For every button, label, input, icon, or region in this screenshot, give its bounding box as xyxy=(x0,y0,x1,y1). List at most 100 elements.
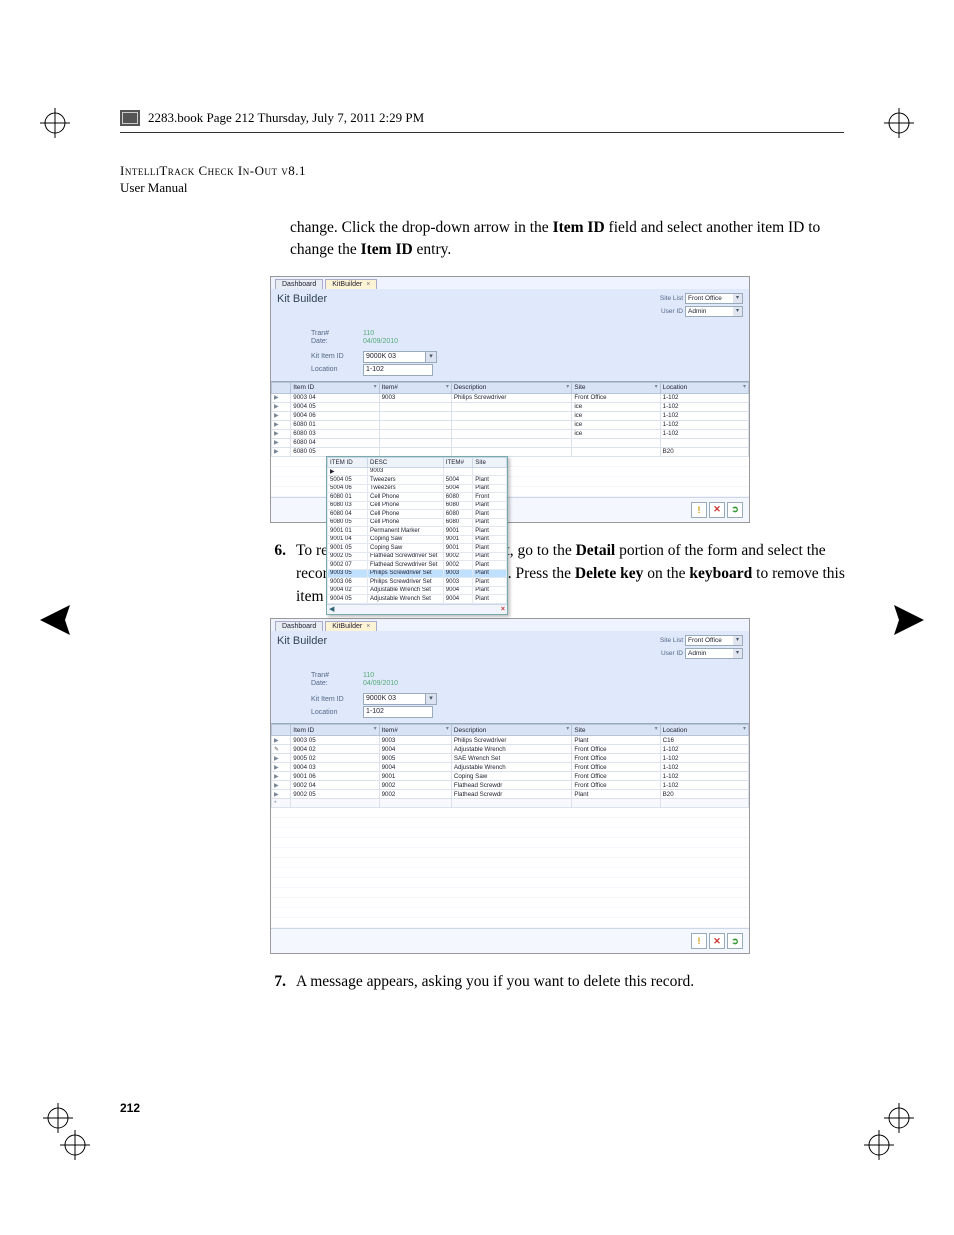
kit-item-id-label: Kit Item ID xyxy=(311,353,359,360)
footer-warning-button[interactable]: ! xyxy=(691,933,707,949)
table-row[interactable]: ▶9001 069001Coping SawFront Office1-102 xyxy=(272,772,749,781)
lookup-close-icon[interactable]: × xyxy=(501,606,505,613)
running-header-subtitle: User Manual xyxy=(120,180,846,197)
book-icon xyxy=(120,110,140,126)
book-page-tag: 2283.book Page 212 Thursday, July 7, 201… xyxy=(120,110,424,126)
lookup-row[interactable]: 5004 06Tweezers5004Plant xyxy=(328,484,507,493)
site-list-dropdown[interactable]: Front Office xyxy=(685,293,743,304)
tab-close-icon[interactable]: × xyxy=(366,623,370,630)
lookup-row[interactable]: 9001 01Permanent Marker9001Plant xyxy=(328,527,507,536)
bold-item-id: Item ID xyxy=(553,219,605,236)
detail-grid[interactable]: Item ID▾ Item#▾ Description▾ Site▾ Locat… xyxy=(271,724,749,808)
tab-kitbuilder[interactable]: KitBuilder× xyxy=(325,279,377,289)
location-label: Location xyxy=(311,709,359,716)
col-item-id: Item ID▾ xyxy=(291,382,379,393)
lookup-row[interactable]: 6080 04Cell Phone6080Plant xyxy=(328,510,507,519)
col-site: Site▾ xyxy=(572,382,660,393)
registration-mark-icon xyxy=(864,1130,894,1160)
lookup-row[interactable]: 6080 01Cell Phone6080Front xyxy=(328,493,507,502)
table-row[interactable]: ▶9004 06ice1-102 xyxy=(272,411,749,420)
table-row[interactable]: ▶9005 029005SAE Wrench SetFront Office1-… xyxy=(272,754,749,763)
book-tag-text: 2283.book Page 212 Thursday, July 7, 201… xyxy=(148,110,424,126)
lookup-row[interactable]: 9002 05Flathead Screwdriver Set9002Plant xyxy=(328,552,507,561)
grid-blank-area xyxy=(271,808,749,928)
tab-kitbuilder[interactable]: KitBuilder× xyxy=(325,621,377,631)
date-value: 04/09/2010 xyxy=(363,338,398,345)
lookup-row[interactable]: 9001 05Coping Saw9001Plant xyxy=(328,544,507,553)
site-list-dropdown[interactable]: Front Office xyxy=(685,635,743,646)
date-label: Date: xyxy=(311,338,359,345)
kit-builder-screenshot-2: Dashboard KitBuilder× Kit Builder Site L… xyxy=(270,618,750,954)
date-label: Date: xyxy=(311,680,359,687)
kit-item-id-dropdown[interactable]: 9000K 03 xyxy=(363,693,437,705)
lookup-row[interactable]: 6080 05Cell Phone6080Plant xyxy=(328,518,507,527)
book-tag-rule xyxy=(120,132,844,133)
site-list-label: Site List xyxy=(651,637,683,644)
lookup-row[interactable]: 9003 05Philips Screwdriver Set9003Plant xyxy=(328,569,507,578)
page-number: 212 xyxy=(120,1101,140,1115)
tab-dashboard[interactable]: Dashboard xyxy=(275,279,323,289)
lookup-row[interactable]: 5004 05Tweezers5004Plant xyxy=(328,476,507,485)
footer-save-button[interactable]: ➲ xyxy=(727,502,743,518)
lookup-row[interactable]: 9002 07Flathead Screwdriver Set9002Plant xyxy=(328,561,507,570)
footer-warning-button[interactable]: ! xyxy=(691,502,707,518)
kit-item-id-dropdown[interactable]: 9000K 03 xyxy=(363,351,437,363)
table-row[interactable]: ▶9002 059002Flathead ScrewdrPlantB20 xyxy=(272,790,749,799)
footer-close-button[interactable]: ✕ xyxy=(709,933,725,949)
table-row[interactable]: ▶9003 049003Philips ScrewdriverFront Off… xyxy=(272,393,749,402)
lookup-row[interactable]: ▶9003 xyxy=(328,467,507,476)
tran-label: Tran# xyxy=(311,330,359,337)
table-row[interactable]: ▶9004 039004Adjustable WrenchFront Offic… xyxy=(272,763,749,772)
tran-value: 110 xyxy=(363,672,374,679)
user-id-dropdown[interactable]: Admin xyxy=(685,648,743,659)
step-7: 7. A message appears, asking you if you … xyxy=(268,970,846,993)
footer-save-button[interactable]: ➲ xyxy=(727,933,743,949)
table-new-row[interactable]: * xyxy=(272,799,749,808)
tran-label: Tran# xyxy=(311,672,359,679)
user-id-label: User ID xyxy=(651,308,683,315)
user-id-dropdown[interactable]: Admin xyxy=(685,306,743,317)
intro-paragraph: change. Click the drop-down arrow in the… xyxy=(290,217,846,262)
lookup-row[interactable]: 9004 05Adjustable Wrench Set9004Plant xyxy=(328,595,507,604)
running-header: IntelliTrack Check In-Out v8.1 User Manu… xyxy=(120,163,846,197)
tab-close-icon[interactable]: × xyxy=(366,281,370,288)
registration-mark-icon xyxy=(60,1130,90,1160)
lookup-prev-icon[interactable]: ◀ xyxy=(329,605,334,613)
detail-grid[interactable]: Item ID▾ Item#▾ Description▾ Site▾ Locat… xyxy=(271,382,749,457)
kit-builder-screenshot-1: Dashboard KitBuilder× Kit Builder Site L… xyxy=(270,276,750,523)
table-row[interactable]: 9004 029004Adjustable WrenchFront Office… xyxy=(272,745,749,754)
table-row[interactable]: ▶9003 059003Philips ScrewdriverPlantC16 xyxy=(272,736,749,745)
table-row[interactable]: ▶6080 03ice1-102 xyxy=(272,429,749,438)
table-row[interactable]: ▶9004 05ice1-102 xyxy=(272,402,749,411)
table-row[interactable]: ▶6080 04 xyxy=(272,438,749,447)
footer-close-button[interactable]: ✕ xyxy=(709,502,725,518)
col-location: Location▾ xyxy=(660,725,748,736)
step-number: 6. xyxy=(268,539,286,609)
registration-mark-icon xyxy=(884,1103,914,1133)
item-id-lookup-popup[interactable]: ITEM IDDESCITEM#Site ▶90035004 05Tweezer… xyxy=(326,456,508,615)
lookup-row[interactable]: 9001 04Coping Saw9001Plant xyxy=(328,535,507,544)
col-item-id: Item ID▾ xyxy=(291,725,379,736)
registration-mark-icon xyxy=(884,108,914,138)
location-input[interactable]: 1-102 xyxy=(363,364,433,376)
step-text: A message appears, asking you if you wan… xyxy=(296,970,694,993)
lookup-row[interactable]: 9004 02Adjustable Wrench Set9004Plant xyxy=(328,586,507,595)
panel-title: Kit Builder xyxy=(277,293,327,305)
table-row[interactable]: ▶6080 01ice1-102 xyxy=(272,420,749,429)
running-header-title: IntelliTrack Check In-Out v8.1 xyxy=(120,163,846,180)
lookup-row[interactable]: 9003 06Philips Screwdriver Set9003Plant xyxy=(328,578,507,587)
location-input[interactable]: 1-102 xyxy=(363,706,433,718)
user-id-label: User ID xyxy=(651,650,683,657)
table-row[interactable]: ▶9002 049002Flathead ScrewdrFront Office… xyxy=(272,781,749,790)
date-value: 04/09/2010 xyxy=(363,680,398,687)
bold-item-id-2: Item ID xyxy=(361,241,413,258)
registration-mark-icon xyxy=(40,108,70,138)
col-site: Site▾ xyxy=(572,725,660,736)
lookup-row[interactable]: 6080 03Cell Phone6080Plant xyxy=(328,501,507,510)
step-number: 7. xyxy=(268,970,286,993)
col-description: Description▾ xyxy=(451,382,571,393)
col-description: Description▾ xyxy=(451,725,571,736)
kit-item-id-label: Kit Item ID xyxy=(311,696,359,703)
tab-dashboard[interactable]: Dashboard xyxy=(275,621,323,631)
registration-mark-icon xyxy=(40,605,70,635)
